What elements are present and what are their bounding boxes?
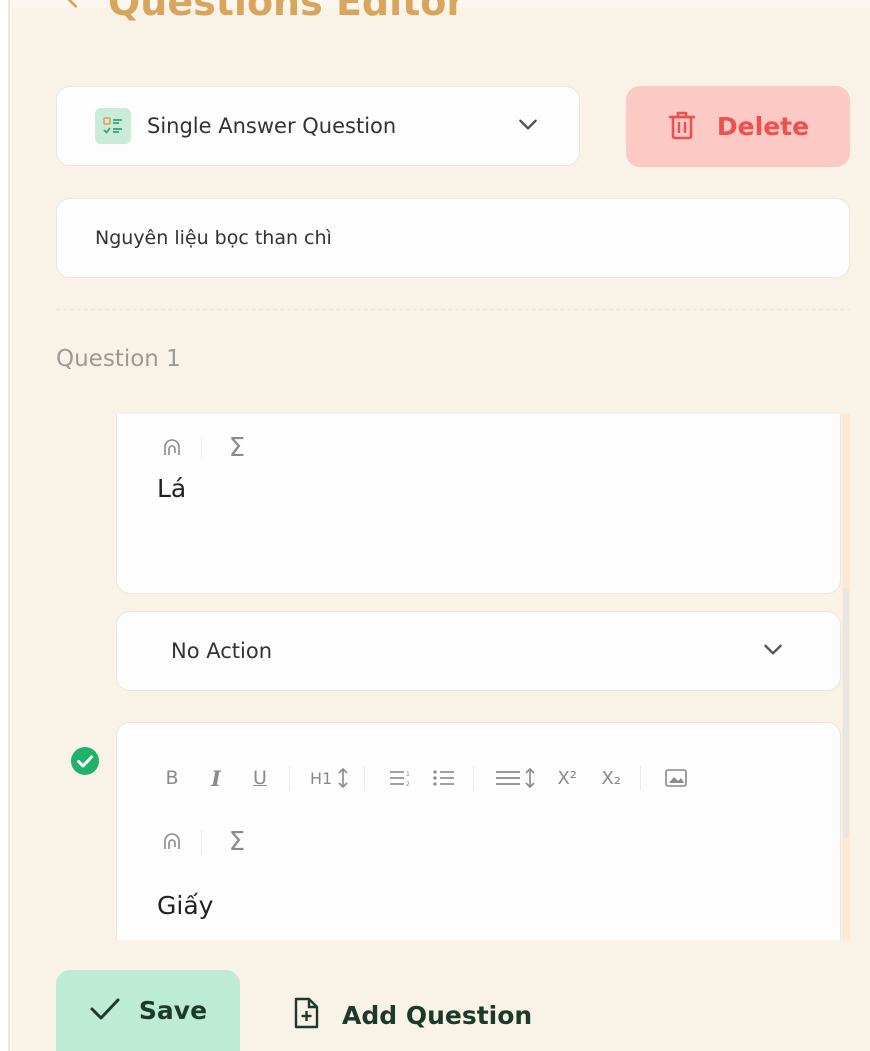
svg-text:1: 1 (406, 771, 410, 778)
page-title: Questions Editor (108, 0, 466, 24)
ordered-list-icon[interactable]: 12 (385, 763, 415, 793)
add-question-button[interactable]: Add Question (290, 996, 532, 1034)
trash-icon (667, 109, 697, 145)
italic-button[interactable]: I (201, 763, 231, 793)
bold-button[interactable]: B (157, 763, 187, 793)
heading-button[interactable]: H1 (310, 763, 350, 793)
bullet-list-icon[interactable] (429, 763, 459, 793)
answer-editor-1[interactable]: Σ Lá (116, 414, 841, 594)
chevron-down-icon (760, 636, 786, 666)
subscript-button[interactable]: X₂ (596, 763, 626, 793)
align-icon[interactable] (494, 763, 538, 793)
special-char-icon[interactable] (157, 827, 187, 857)
chevron-down-icon (515, 111, 541, 141)
toolbar-separator (289, 766, 290, 790)
editor-toolbar-row-2: Σ (157, 827, 266, 857)
header: Questions Editor (62, 0, 465, 24)
editor-toolbar: Σ (157, 433, 266, 463)
heading-label: H1 (310, 768, 333, 788)
sigma-button[interactable]: Σ (222, 827, 252, 857)
question-type-label: Single Answer Question (147, 114, 397, 138)
group-name-value: Nguyên liệu bọc than chì (95, 227, 332, 249)
special-char-icon[interactable] (157, 433, 187, 463)
answers-scroll-area[interactable]: Σ Lá No Action B I U H1 12 X² X₂ Σ Giấy (56, 414, 850, 940)
question-type-select[interactable]: Single Answer Question (56, 86, 580, 166)
add-question-label: Add Question (342, 1000, 533, 1030)
checkmark-icon (89, 996, 121, 1026)
image-icon[interactable] (661, 763, 691, 793)
delete-button[interactable]: Delete (626, 86, 850, 167)
answer-text[interactable]: Lá (157, 474, 186, 503)
correct-answer-check-icon[interactable] (70, 746, 100, 776)
action-label: No Action (171, 639, 273, 663)
sigma-button[interactable]: Σ (222, 433, 252, 463)
page-edge (0, 0, 10, 1051)
editor-toolbar: B I U H1 12 X² X₂ (157, 763, 705, 793)
svg-text:2: 2 (406, 781, 410, 788)
save-button[interactable]: Save (56, 970, 240, 1051)
add-file-icon (290, 996, 322, 1034)
action-select[interactable]: No Action (116, 611, 841, 691)
divider (56, 309, 850, 310)
checklist-icon (95, 108, 131, 144)
underline-button[interactable]: U (245, 763, 275, 793)
answer-text[interactable]: Giấy (157, 891, 213, 920)
save-label: Save (138, 996, 208, 1025)
toolbar-separator (473, 766, 475, 790)
toolbar-separator (201, 436, 202, 460)
toolbar-separator (201, 830, 202, 854)
toolbar-separator (364, 766, 366, 790)
answer-editor-2[interactable]: B I U H1 12 X² X₂ Σ Giấy (116, 722, 841, 940)
group-name-field[interactable]: Nguyên liệu bọc than chì (56, 198, 850, 278)
delete-label: Delete (716, 112, 810, 141)
toolbar-separator (640, 766, 642, 790)
superscript-button[interactable]: X² (552, 763, 582, 793)
back-icon[interactable] (62, 0, 84, 14)
question-label: Question 1 (56, 346, 181, 372)
scrollbar-thumb[interactable] (843, 588, 849, 838)
